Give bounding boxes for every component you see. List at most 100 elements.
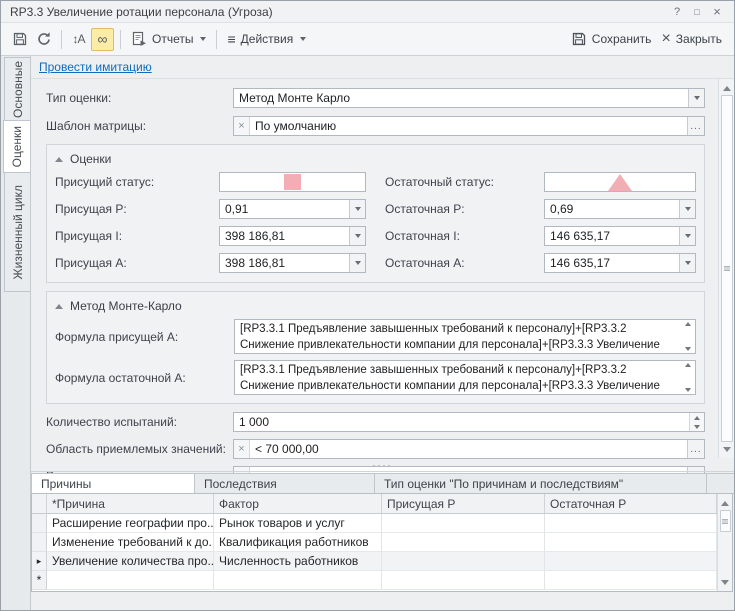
spinner-buttons[interactable] <box>689 413 704 431</box>
toolbar: ↕A ∞ Отчеты ≡ Действия Сохранить × Закры… <box>1 23 734 56</box>
side-tab-scores[interactable]: Оценки <box>3 120 30 173</box>
scroll-down-button[interactable] <box>721 442 733 456</box>
dropdown-button[interactable] <box>349 227 365 245</box>
grid-header-row: *Причина Фактор Присущая P Остаточная P <box>32 494 717 514</box>
inherent-a-label: Присущая A: <box>55 256 219 270</box>
status-square-icon <box>284 174 301 190</box>
scores-group-header[interactable]: Оценки <box>55 149 696 169</box>
cell-inherent-p[interactable] <box>382 552 545 571</box>
residual-status-field[interactable] <box>544 172 696 192</box>
form-scrollbar[interactable] <box>718 79 734 458</box>
residual-a-combobox[interactable]: 146 635,17 <box>544 253 696 273</box>
scrollbar-track[interactable] <box>720 510 731 575</box>
link-toggle-button[interactable]: ∞ <box>91 28 114 51</box>
save-button[interactable]: Сохранить <box>566 28 657 51</box>
refresh-button[interactable] <box>32 28 55 51</box>
actions-dropdown-button[interactable]: ≡ Действия <box>222 28 311 51</box>
residual-formula-field[interactable]: [RP3.3.1 Предъявление завышенных требова… <box>234 360 696 395</box>
scroll-down-icon[interactable] <box>685 388 691 392</box>
side-tab-lifecycle[interactable]: Жизненный цикл <box>4 172 30 292</box>
window-close-button[interactable]: × <box>709 4 725 19</box>
actions-label: Действия <box>241 32 294 46</box>
side-tab-main[interactable]: Основные <box>4 57 30 121</box>
cell-inherent-p[interactable] <box>382 514 545 533</box>
scroll-down-icon[interactable] <box>685 347 691 351</box>
cell-cause[interactable]: Увеличение количества про... <box>47 552 214 571</box>
scroll-up-icon[interactable] <box>685 322 691 326</box>
scroll-up-icon <box>721 501 729 506</box>
column-header-inherent-p[interactable]: Присущая P <box>382 494 545 514</box>
tab-strip-filler <box>706 473 735 493</box>
inherent-a-combobox[interactable]: 398 186,81 <box>219 253 366 273</box>
dropdown-button[interactable] <box>679 200 695 218</box>
evaluation-type-combobox[interactable]: Метод Монте Карло <box>233 88 705 108</box>
scroll-up-button[interactable] <box>721 81 733 95</box>
cell-cause[interactable]: Расширение географии про... <box>47 514 214 533</box>
chevron-down-icon <box>200 37 206 41</box>
dropdown-button[interactable] <box>688 89 704 107</box>
tab-label: Тип оценки "По причинам и последствиям" <box>384 477 623 491</box>
residual-p-combobox[interactable]: 0,69 <box>544 199 696 219</box>
scroll-down-button[interactable] <box>719 575 731 589</box>
cell-factor[interactable]: Квалификация работников <box>214 533 382 552</box>
scrollbar-thumb[interactable] <box>721 95 733 442</box>
monte-carlo-group-header[interactable]: Метод Монте-Карло <box>55 296 696 316</box>
residual-a-label: Остаточная A: <box>385 256 544 270</box>
dropdown-button[interactable] <box>679 254 695 272</box>
ellipsis-button[interactable]: ... <box>687 117 704 135</box>
cell-cause[interactable] <box>47 571 214 590</box>
cell-residual-p[interactable] <box>545 514 717 533</box>
autofit-height-button[interactable]: ↕A <box>67 28 90 51</box>
cell-factor[interactable]: Численность работников <box>214 552 382 571</box>
tab-consequences[interactable]: Последствия <box>194 473 375 493</box>
column-header-residual-p[interactable]: Остаточная P <box>545 494 717 514</box>
cell-residual-p[interactable] <box>545 552 717 571</box>
grid-scrollbar[interactable] <box>717 494 732 591</box>
maximize-button[interactable]: □ <box>689 7 705 17</box>
cell-factor[interactable]: Рынок товаров и услуг <box>214 514 382 533</box>
clear-button[interactable]: × <box>234 117 250 135</box>
bottom-tab-strip: Причины Последствия Тип оценки "По причи… <box>31 473 734 494</box>
save-icon-button[interactable] <box>8 28 31 51</box>
acceptable-range-value: < 70 000,00 <box>250 440 687 458</box>
inherent-p-combobox[interactable]: 0,91 <box>219 199 366 219</box>
run-simulation-link[interactable]: Провести имитацию <box>39 60 152 74</box>
cell-inherent-p[interactable] <box>382 571 545 590</box>
matrix-template-field[interactable]: × По умолчанию ... <box>233 116 705 136</box>
dropdown-button[interactable] <box>349 200 365 218</box>
chevron-down-icon <box>685 261 691 265</box>
inherent-formula-field[interactable]: [RP3.3.1 Предъявление завышенных требова… <box>234 319 696 354</box>
scroll-up-button[interactable] <box>719 496 731 510</box>
tab-evaluation-type[interactable]: Тип оценки "По причинам и последствиям" <box>374 473 707 493</box>
reports-dropdown-button[interactable]: Отчеты <box>126 28 211 51</box>
tab-causes[interactable]: Причины <box>31 473 195 493</box>
table-row[interactable]: Изменение требований к до... Квалификаци… <box>32 533 717 552</box>
residual-i-combobox[interactable]: 146 635,17 <box>544 226 696 246</box>
scrollbar-thumb[interactable] <box>720 510 731 532</box>
dropdown-button[interactable] <box>349 254 365 272</box>
close-button[interactable]: × Закрыть <box>656 28 727 51</box>
table-row[interactable]: Расширение географии про... Рынок товаро… <box>32 514 717 533</box>
ellipsis-button[interactable]: ... <box>687 440 704 458</box>
inherent-status-field[interactable] <box>219 172 366 192</box>
splitter-handle[interactable]: ···· <box>31 458 734 472</box>
inherent-a-value: 398 186,81 <box>220 254 349 272</box>
cell-residual-p[interactable] <box>545 533 717 552</box>
column-header-factor[interactable]: Фактор <box>214 494 382 514</box>
dropdown-button[interactable] <box>679 227 695 245</box>
column-header-cause[interactable]: *Причина <box>47 494 214 514</box>
cell-inherent-p[interactable] <box>382 533 545 552</box>
scrollbar-track[interactable] <box>721 95 733 442</box>
cell-cause[interactable]: Изменение требований к до... <box>47 533 214 552</box>
scroll-up-icon[interactable] <box>685 363 691 367</box>
cell-residual-p[interactable] <box>545 571 717 590</box>
cell-factor[interactable] <box>214 571 382 590</box>
help-button[interactable]: ? <box>669 6 685 18</box>
clear-button[interactable]: × <box>234 440 250 458</box>
table-new-row[interactable]: * <box>32 571 717 590</box>
trials-spinner-field[interactable]: 1 000 <box>233 412 705 432</box>
inherent-i-combobox[interactable]: 398 186,81 <box>219 226 366 246</box>
table-row-current[interactable]: ▸ Увеличение количества про... Численнос… <box>32 552 717 571</box>
side-tab-strip: Основные Оценки Жизненный цикл <box>1 56 31 610</box>
acceptable-range-field[interactable]: × < 70 000,00 ... <box>233 439 705 459</box>
